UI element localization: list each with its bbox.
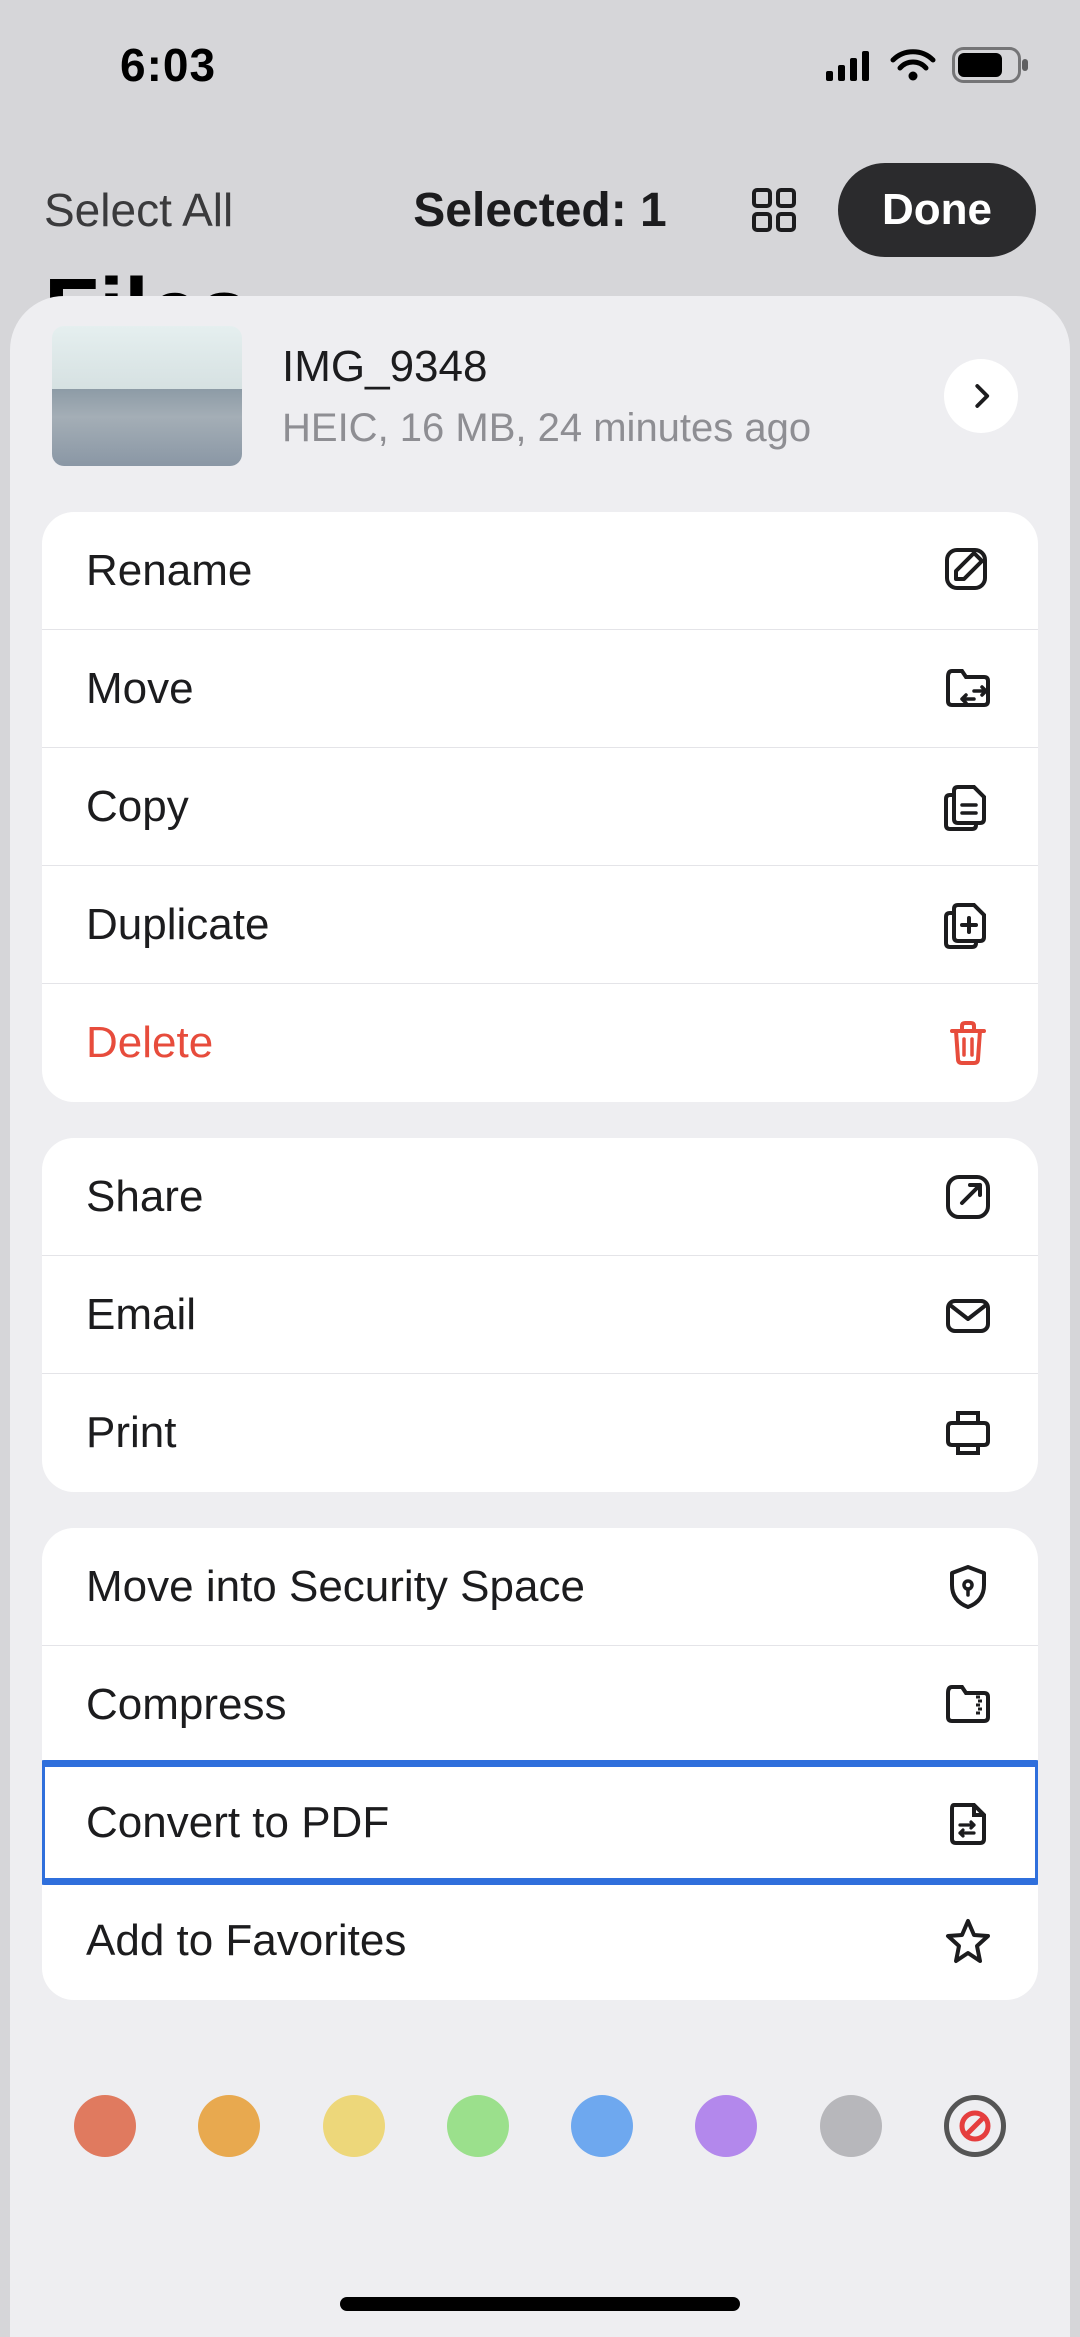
home-indicator xyxy=(340,2297,740,2311)
color-tag[interactable] xyxy=(447,2095,509,2157)
compress-label: Compress xyxy=(86,1680,942,1730)
duplicate-label: Duplicate xyxy=(86,900,942,950)
file-thumbnail xyxy=(52,326,242,466)
duplicate-row[interactable]: Duplicate xyxy=(42,866,1038,984)
delete-row[interactable]: Delete xyxy=(42,984,1038,1102)
share-arrow-icon xyxy=(942,1173,994,1221)
email-row[interactable]: Email xyxy=(42,1256,1038,1374)
doc-plus-icon xyxy=(942,901,994,949)
cellular-icon xyxy=(826,49,874,81)
print-row[interactable]: Print xyxy=(42,1374,1038,1492)
action-group: Share Email Print xyxy=(42,1138,1038,1492)
file-meta: HEIC, 16 MB, 24 minutes ago xyxy=(282,406,904,451)
file-header[interactable]: IMG_9348 HEIC, 16 MB, 24 minutes ago xyxy=(10,296,1070,496)
rename-label: Rename xyxy=(86,546,942,596)
color-tag[interactable] xyxy=(323,2095,385,2157)
doc-swap-icon xyxy=(942,1799,994,1847)
color-tag[interactable] xyxy=(695,2095,757,2157)
color-tag[interactable] xyxy=(74,2095,136,2157)
rename-icon xyxy=(942,547,994,595)
copy-row[interactable]: Copy xyxy=(42,748,1038,866)
status-time: 6:03 xyxy=(120,38,216,92)
security-row[interactable]: Move into Security Space xyxy=(42,1528,1038,1646)
delete-label: Delete xyxy=(86,1018,942,1068)
email-label: Email xyxy=(86,1290,942,1340)
select-all-button[interactable]: Select All xyxy=(44,183,233,237)
battery-icon xyxy=(952,47,1030,83)
security-label: Move into Security Space xyxy=(86,1562,942,1612)
printer-icon xyxy=(942,1409,994,1457)
color-tag[interactable] xyxy=(571,2095,633,2157)
pdf-row[interactable]: Convert to PDF xyxy=(42,1764,1038,1882)
compress-row[interactable]: Compress xyxy=(42,1646,1038,1764)
pdf-label: Convert to PDF xyxy=(86,1798,942,1848)
share-label: Share xyxy=(86,1172,942,1222)
print-label: Print xyxy=(86,1408,942,1458)
move-label: Move xyxy=(86,664,942,714)
selection-count: Selected: 1 xyxy=(413,183,666,238)
color-tag[interactable] xyxy=(198,2095,260,2157)
favorites-row[interactable]: Add to Favorites xyxy=(42,1882,1038,2000)
mail-icon xyxy=(942,1291,994,1339)
wifi-icon xyxy=(890,48,936,82)
shield-lock-icon xyxy=(942,1563,994,1611)
action-group: Move into Security Space Compress Convert … xyxy=(42,1528,1038,2000)
status-bar: 6:03 xyxy=(0,0,1080,130)
nav-bar: Select All Selected: 1 Done xyxy=(0,150,1080,270)
folder-zip-icon xyxy=(942,1681,994,1729)
status-icons xyxy=(826,47,1030,83)
action-sheet: IMG_9348 HEIC, 16 MB, 24 minutes ago Ren… xyxy=(10,296,1070,2337)
action-group: Rename Move Copy Duplicate Delete xyxy=(42,512,1038,1102)
star-icon xyxy=(942,1917,994,1965)
file-name: IMG_9348 xyxy=(282,342,904,392)
color-tag[interactable] xyxy=(820,2095,882,2157)
grid-view-button[interactable] xyxy=(750,186,798,234)
move-row[interactable]: Move xyxy=(42,630,1038,748)
trash-icon xyxy=(942,1019,994,1067)
doc-copy-icon xyxy=(942,783,994,831)
done-button[interactable]: Done xyxy=(838,163,1036,257)
rename-row[interactable]: Rename xyxy=(42,512,1038,630)
folder-move-icon xyxy=(942,665,994,713)
share-row[interactable]: Share xyxy=(42,1138,1038,1256)
clear-tag-button[interactable] xyxy=(944,2095,1006,2157)
color-tags-row xyxy=(10,2095,1070,2157)
copy-label: Copy xyxy=(86,782,942,832)
favorites-label: Add to Favorites xyxy=(86,1916,942,1966)
file-details-button[interactable] xyxy=(944,359,1018,433)
